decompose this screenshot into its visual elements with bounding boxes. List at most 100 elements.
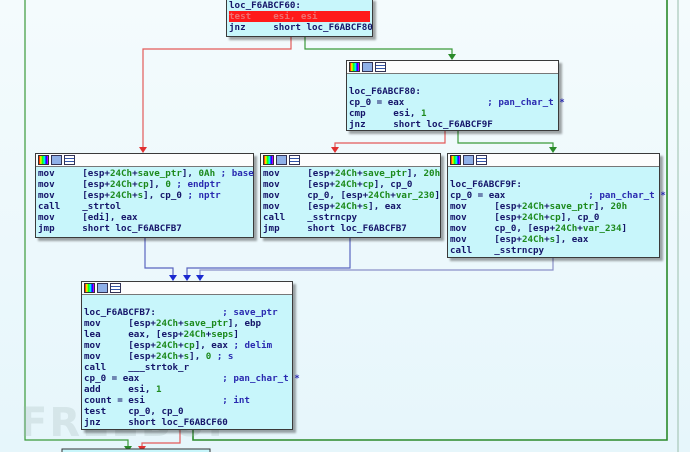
instruction-line[interactable]: mov [esp+24Ch+save_ptr], 20h	[450, 201, 657, 212]
edge-jump	[186, 238, 351, 278]
instruction-text: jnz	[349, 119, 394, 130]
instruction-text: test	[84, 406, 129, 417]
listing-icon[interactable]	[110, 283, 121, 293]
instruction-line[interactable]: test esi, esi	[229, 11, 370, 22]
instruction-text: add	[84, 384, 129, 395]
instruction-text: cmp	[349, 108, 394, 119]
instruction-text: [esp+	[494, 234, 522, 245]
code-block-loc-f6abcf60[interactable]: loc_F6ABCF60: test esi, esi jnz short loc_…	[226, 0, 373, 37]
instruction-text: [esp+	[307, 201, 335, 212]
instruction-text: ]	[621, 223, 628, 234]
graph-overview-icon[interactable]	[349, 62, 360, 72]
instruction-line[interactable]: cp_0 = eax ; pan_char_t *	[84, 373, 300, 384]
code-block-block-strtol[interactable]: mov [esp+24Ch+save_ptr], 0Ah ; base mov […	[35, 153, 254, 238]
graph-overview-icon[interactable]	[263, 155, 274, 165]
instruction-line[interactable]: loc_F6ABCFB7: ; save_ptr	[84, 307, 290, 318]
instruction-line[interactable]: jmp short loc_F6ABCFB7	[38, 223, 251, 234]
instruction-line[interactable]: test cp_0, cp_0	[84, 406, 290, 417]
instruction-line[interactable]: mov [esp+24Ch+s], eax	[263, 201, 438, 212]
instruction-text: ], cp_0	[143, 190, 182, 201]
edit-icon[interactable]	[463, 155, 474, 165]
code-block-loc-f6abcfb7[interactable]: loc_F6ABCFB7: ; save_ptr mov [esp+24Ch+sa…	[81, 281, 300, 430]
listing-icon[interactable]	[289, 155, 300, 165]
instruction-line[interactable]: mov [esp+24Ch+cp], cp_0	[263, 179, 438, 190]
instruction-text: [esp+	[494, 212, 522, 223]
instruction-line[interactable]	[349, 75, 556, 86]
operand-symbol: 24Ch	[521, 201, 545, 212]
instruction-line[interactable]: mov cp_0, [esp+24Ch+var_234]	[450, 223, 657, 234]
instruction-line[interactable]: mov [esp+24Ch+cp], cp_0	[450, 212, 657, 223]
operand-symbol: cp	[362, 179, 374, 190]
instruction-text: short loc_F6ABCF60	[128, 417, 228, 428]
instruction-line[interactable]: mov [esp+24Ch+save_ptr], 0Ah ; base	[38, 168, 254, 179]
instruction-text: mov	[450, 234, 495, 245]
instruction-line[interactable]: mov [esp+24Ch+s], eax	[450, 234, 657, 245]
instruction-text: mov	[263, 179, 308, 190]
instruction-text: esi, esi	[273, 11, 318, 22]
instruction-text: mov	[263, 201, 308, 212]
code-block-block-sstrncpy-230[interactable]: mov [esp+24Ch+save_ptr], 20h mov [esp+24C…	[260, 153, 441, 238]
instruction-line[interactable]: call ___strtok_r	[84, 362, 290, 373]
instruction-line[interactable]: mov [esp+24Ch+cp], 0 ; endptr	[38, 179, 251, 190]
instruction-text: jmp	[38, 223, 83, 234]
block-header	[261, 154, 440, 167]
instruction-line[interactable]	[84, 296, 290, 307]
code-block-loc-f6abcf80[interactable]: loc_F6ABCF80: cp_0 = eax ; pan_char_t * cm…	[346, 60, 565, 131]
instruction-text: cp_0, [esp+	[307, 190, 369, 201]
listing-icon[interactable]	[375, 62, 386, 72]
instruction-line[interactable]: cmp esi, 1	[349, 108, 556, 119]
edit-icon[interactable]	[97, 283, 108, 293]
operand-symbol: 24Ch	[155, 318, 179, 329]
instruction-line[interactable]: cp_0 = eax ; pan_char_t *	[349, 97, 565, 108]
instruction-text: test	[229, 11, 274, 22]
instruction-line[interactable]: loc_F6ABCF60:	[229, 0, 370, 11]
graph-overview-icon[interactable]	[38, 155, 49, 165]
operand-symbol: cp	[549, 212, 561, 223]
instruction-text: [esp+	[128, 318, 156, 329]
instruction-line[interactable]: mov [esp+24Ch+cp], eax ; delim	[84, 340, 290, 351]
instruction-text: mov	[84, 340, 129, 351]
comment-text: ; pan_char_t *	[505, 190, 666, 201]
comment-text: ; int	[144, 395, 250, 406]
instruction-text: mov	[38, 190, 83, 201]
instruction-line[interactable]: add esi, 1	[84, 384, 290, 395]
instruction-line[interactable]: mov [esp+24Ch+save_ptr], 20h	[263, 168, 440, 179]
edge-true	[304, 37, 453, 57]
instruction-line[interactable]: jnz short loc_F6ABCF80	[229, 22, 373, 33]
graph-overview-icon[interactable]	[84, 283, 95, 293]
instruction-line[interactable]: call _sstrncpy	[450, 245, 657, 256]
instruction-line[interactable]: loc_F6ABCF80:	[349, 86, 556, 97]
operand-symbol: var_230	[395, 190, 435, 201]
instruction-line[interactable]: count = esi ; int	[84, 395, 290, 406]
instruction-line[interactable]: mov cp_0, [esp+24Ch+var_230]	[263, 190, 441, 201]
instruction-line[interactable]: mov [edi], eax	[38, 212, 251, 223]
instruction-line[interactable]: cp_0 = eax ; pan_char_t *	[450, 190, 666, 201]
block-code: loc_F6ABCF80: cp_0 = eax ; pan_char_t * cm…	[347, 74, 565, 131]
code-block-loc-f6abcf9f[interactable]: loc_F6ABCF9F: cp_0 = eax ; pan_char_t * mo…	[447, 153, 666, 258]
graph-overview-icon[interactable]	[450, 155, 461, 165]
edit-icon[interactable]	[362, 62, 373, 72]
instruction-line[interactable]: mov [esp+24Ch+s], cp_0 ; nptr	[38, 190, 251, 201]
block-code: loc_F6ABCFB7: ; save_ptr mov [esp+24Ch+sa…	[82, 295, 300, 429]
listing-icon[interactable]	[64, 155, 75, 165]
instruction-line[interactable]: jnz short loc_F6ABCF9F	[349, 119, 556, 130]
instruction-text: [esp+	[307, 179, 335, 190]
listing-icon[interactable]	[476, 155, 487, 165]
block-code: mov [esp+24Ch+save_ptr], 0Ah ; base mov […	[36, 167, 254, 235]
instruction-line[interactable]: call _strtol	[38, 201, 251, 212]
instruction-line[interactable]: mov [esp+24Ch+save_ptr], ebp	[84, 318, 290, 329]
instruction-text: ]	[434, 190, 441, 201]
instruction-line[interactable]: jnz short loc_F6ABCF60	[84, 417, 290, 428]
instruction-line[interactable]: call _sstrncpy	[263, 212, 438, 223]
instruction-line[interactable]: mov [esp+24Ch+s], 0 ; s	[84, 351, 290, 362]
instruction-line[interactable]: jmp short loc_F6ABCFB7	[263, 223, 438, 234]
instruction-text: ],	[148, 179, 166, 190]
instruction-line[interactable]: lea eax, [esp+24Ch+seps]	[84, 329, 290, 340]
instruction-line[interactable]: loc_F6ABCF9F:	[450, 179, 657, 190]
edit-icon[interactable]	[276, 155, 287, 165]
edit-icon[interactable]	[51, 155, 62, 165]
operand-symbol: 24Ch	[521, 212, 545, 223]
instruction-text: mov	[450, 212, 495, 223]
operand-symbol: 24Ch	[555, 223, 578, 234]
instruction-line[interactable]	[450, 168, 657, 179]
